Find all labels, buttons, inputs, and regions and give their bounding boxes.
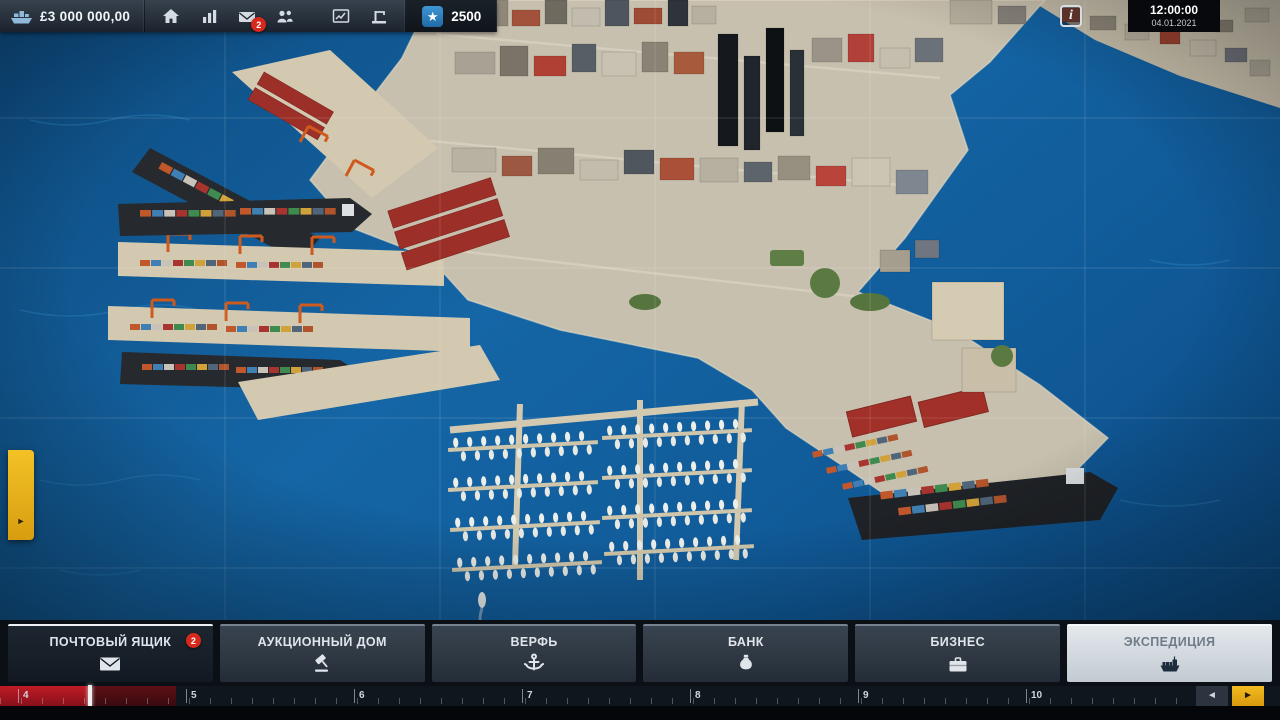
tick-label: 10 bbox=[1026, 689, 1042, 703]
bank-label: БАНК bbox=[728, 635, 764, 649]
mailbox-label: ПОЧТОВЫЙ ЯЩИК bbox=[50, 635, 172, 649]
port-button[interactable] bbox=[361, 3, 397, 29]
timeline-scrubber[interactable]: 4 5 6 7 8 9 10 ◄ ► bbox=[0, 686, 1280, 706]
tick-label: 8 bbox=[690, 689, 701, 703]
contacts-icon bbox=[276, 8, 294, 24]
port-map[interactable] bbox=[0, 0, 1280, 624]
tick-label: 9 bbox=[858, 689, 869, 703]
mailbox-button[interactable]: ПОЧТОВЫЙ ЯЩИК 2 bbox=[8, 624, 213, 682]
info-button[interactable]: i bbox=[1060, 5, 1082, 27]
chart-button[interactable] bbox=[323, 3, 359, 29]
timeline-ruler bbox=[0, 698, 1196, 704]
contacts-button[interactable] bbox=[267, 3, 303, 29]
star-icon: ★ bbox=[422, 6, 443, 27]
briefcase-icon bbox=[947, 653, 969, 673]
business-label: БИЗНЕС bbox=[930, 635, 985, 649]
timeline-marker[interactable] bbox=[88, 685, 92, 707]
tick-label: 4 bbox=[18, 689, 29, 703]
money-balance: £3 000 000,00 bbox=[40, 9, 130, 24]
chart-icon bbox=[332, 8, 350, 24]
game-screen: £3 000 000,00 2 bbox=[0, 0, 1280, 720]
home-button[interactable] bbox=[153, 3, 189, 29]
reputation-score: 2500 bbox=[451, 9, 481, 24]
bottom-strip bbox=[0, 706, 1280, 720]
mail-button[interactable]: 2 bbox=[229, 3, 265, 29]
auction-house-label: АУКЦИОННЫЙ ДОМ bbox=[258, 635, 387, 649]
timeline-next-button[interactable]: ► bbox=[1232, 686, 1264, 706]
expedition-label: ЭКСПЕДИЦИЯ bbox=[1124, 635, 1216, 649]
tick-label: 6 bbox=[354, 689, 365, 703]
ship-icon bbox=[1159, 653, 1181, 673]
business-button[interactable]: БИЗНЕС bbox=[855, 624, 1060, 682]
ship-logo-icon bbox=[10, 8, 33, 24]
bank-button[interactable]: БАНК bbox=[643, 624, 848, 682]
info-icon: i bbox=[1069, 8, 1073, 24]
top-bar-right: i 12:00:00 04.01.2021 bbox=[1060, 0, 1280, 32]
envelope-icon bbox=[99, 653, 121, 673]
side-panel-toggle[interactable]: ► bbox=[8, 450, 34, 540]
shipyard-button[interactable]: ВЕРФЬ bbox=[432, 624, 637, 682]
game-date: 04.01.2021 bbox=[1151, 18, 1196, 29]
top-icon-bar: 2 bbox=[145, 0, 406, 32]
reputation-display[interactable]: ★ 2500 bbox=[406, 0, 497, 32]
auction-house-button[interactable]: АУКЦИОННЫЙ ДОМ bbox=[220, 624, 425, 682]
mailbox-badge: 2 bbox=[186, 633, 201, 648]
money-bag-icon bbox=[735, 653, 757, 673]
timeline-prev-button[interactable]: ◄ bbox=[1196, 686, 1228, 706]
port-crane-icon bbox=[370, 8, 388, 24]
clock-panel: 12:00:00 04.01.2021 bbox=[1128, 0, 1220, 32]
stats-icon bbox=[201, 8, 218, 24]
top-bar-left: £3 000 000,00 2 bbox=[0, 0, 497, 32]
anchor-icon bbox=[523, 653, 545, 673]
tick-label: 7 bbox=[522, 689, 533, 703]
chevron-right-icon: ► bbox=[17, 517, 26, 526]
vignette bbox=[0, 0, 1280, 624]
mail-badge: 2 bbox=[251, 17, 266, 32]
game-time: 12:00:00 bbox=[1150, 3, 1198, 17]
tick-label: 5 bbox=[186, 689, 197, 703]
bottom-menu: ПОЧТОВЫЙ ЯЩИК 2 АУКЦИОННЫЙ ДОМ ВЕРФЬ БАН… bbox=[0, 620, 1280, 686]
expedition-button[interactable]: ЭКСПЕДИЦИЯ bbox=[1067, 624, 1272, 682]
shipyard-label: ВЕРФЬ bbox=[510, 635, 557, 649]
stats-button[interactable] bbox=[191, 3, 227, 29]
home-icon bbox=[162, 8, 180, 24]
money-display: £3 000 000,00 bbox=[0, 0, 145, 32]
gavel-icon bbox=[311, 653, 333, 673]
